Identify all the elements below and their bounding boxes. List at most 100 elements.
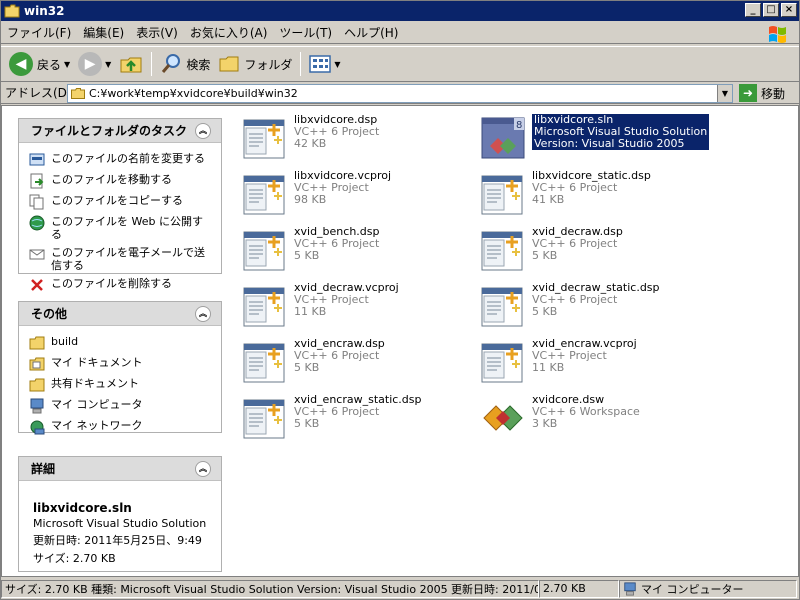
collapse-icon[interactable]: ︽ <box>195 460 211 477</box>
other-places-panel: その他 ︽ build マイ ドキュメント 共有ドキュメント マイ コンピュータ… <box>18 301 222 435</box>
chevron-down-icon[interactable]: ▼ <box>105 60 111 69</box>
menu-edit[interactable]: 編集(E) <box>77 24 130 41</box>
file-text: xvid_decraw.dsp VC++ 6 Project 5 KB <box>532 226 623 262</box>
place-label: 共有ドキュメント <box>51 377 139 390</box>
back-arrow-icon: ◀ <box>9 52 33 76</box>
file-item[interactable]: 8 libxvidcore.sln Microsoft Visual Studio … <box>480 113 711 166</box>
file-text: xvid_encraw.vcproj VC++ Project 11 KB <box>532 338 637 374</box>
task-rename[interactable]: このファイルの名前を変更する <box>29 152 211 168</box>
file-size: 5 KB <box>294 361 320 374</box>
chevron-down-icon[interactable]: ▼ <box>334 60 340 69</box>
folders-label: フォルダ <box>244 57 293 72</box>
file-item[interactable]: libxvidcore.vcproj VC++ Project 98 KB <box>242 170 472 222</box>
views-button[interactable]: ▼ <box>305 49 344 79</box>
forward-button[interactable]: ▶ ▼ <box>74 49 115 79</box>
task-move[interactable]: このファイルを移動する <box>29 173 211 189</box>
details-header[interactable]: 詳細 ︽ <box>19 457 221 481</box>
place-shared-documents[interactable]: 共有ドキュメント <box>29 377 211 393</box>
file-item[interactable]: libxvidcore.dsp VC++ 6 Project 42 KB <box>242 114 472 166</box>
vc-project-icon <box>242 340 288 384</box>
place-my-computer[interactable]: マイ コンピュータ <box>29 398 211 414</box>
up-folder-button[interactable] <box>115 49 147 79</box>
title-bar[interactable]: win32 _ □ × <box>1 1 799 21</box>
task-label: このファイルの名前を変更する <box>51 152 205 165</box>
file-tasks-header[interactable]: ファイルとフォルダのタスク ︽ <box>19 119 221 143</box>
menu-help[interactable]: ヘルプ(H) <box>338 24 404 41</box>
vc-project-icon <box>480 284 526 328</box>
file-size: 3 KB <box>532 417 558 430</box>
search-icon <box>162 54 181 73</box>
collapse-icon[interactable]: ︽ <box>195 122 211 139</box>
other-places-header[interactable]: その他 ︽ <box>19 302 221 326</box>
file-text: xvid_encraw_static.dsp VC++ 6 Project 5 KB <box>294 394 422 430</box>
windows-logo-icon <box>769 26 786 43</box>
search-button[interactable]: 検索 <box>156 49 214 79</box>
place-build[interactable]: build <box>29 335 211 351</box>
place-label: マイ コンピュータ <box>51 398 143 411</box>
menu-bar: ファイル(F) 編集(E) 表示(V) お気に入り(A) ツール(T) ヘルプ(… <box>1 22 799 44</box>
place-my-documents[interactable]: マイ ドキュメント <box>29 356 211 372</box>
file-item[interactable]: libxvidcore_static.dsp VC++ 6 Project 41 K… <box>480 170 710 222</box>
task-label: このファイルを削除する <box>51 277 172 290</box>
detail-file-name: libxvidcore.sln <box>33 501 132 515</box>
menu-favorites[interactable]: お気に入り(A) <box>184 24 274 41</box>
email-icon <box>29 249 45 260</box>
toolbar: ◀ 戻る ▼ ▶ ▼ 検索 フォルダ ▼ <box>1 46 799 82</box>
task-web-publish[interactable]: このファイルを Web に公開する <box>29 215 211 241</box>
file-item[interactable]: xvid_decraw.vcproj VC++ Project 11 KB <box>242 282 472 334</box>
task-email[interactable]: このファイルを電子メールで送信する <box>29 246 211 272</box>
file-item[interactable]: xvid_bench.dsp VC++ 6 Project 5 KB <box>242 226 472 278</box>
folder-icon <box>4 4 20 18</box>
up-folder-icon <box>120 57 142 73</box>
delete-icon <box>31 279 43 291</box>
vc-project-icon <box>480 172 526 216</box>
menu-tools[interactable]: ツール(T) <box>273 24 338 41</box>
my-documents-icon <box>29 357 45 371</box>
chevron-down-icon[interactable]: ▼ <box>717 85 732 102</box>
file-size: 5 KB <box>294 249 320 262</box>
folders-button[interactable]: フォルダ <box>214 49 296 79</box>
file-text: xvid_encraw.dsp VC++ 6 Project 5 KB <box>294 338 385 374</box>
menu-view[interactable]: 表示(V) <box>130 24 184 41</box>
file-text: xvid_decraw.vcproj VC++ Project 11 KB <box>294 282 399 318</box>
folders-icon <box>219 56 239 72</box>
close-button[interactable]: × <box>781 3 797 17</box>
address-bar: アドレス(D) C:¥work¥temp¥xvidcore¥build¥win3… <box>1 82 799 104</box>
my-computer-icon <box>624 581 636 596</box>
file-item[interactable]: xvid_decraw_static.dsp VC++ 6 Project 5 KB <box>480 282 710 334</box>
folder-icon <box>29 336 45 350</box>
task-delete[interactable]: このファイルを削除する <box>29 277 211 293</box>
collapse-icon[interactable]: ︽ <box>195 305 211 322</box>
place-label: マイ ドキュメント <box>51 356 143 369</box>
file-item[interactable]: xvid_encraw_static.dsp VC++ 6 Project 5 KB <box>242 394 472 446</box>
status-info: サイズ: 2.70 KB 種類: Microsoft Visual Studio… <box>1 579 539 598</box>
place-label: build <box>51 335 79 348</box>
back-button[interactable]: ◀ 戻る ▼ <box>5 49 74 79</box>
file-item[interactable]: xvidcore.dsw VC++ 6 Workspace 3 KB <box>480 394 710 446</box>
detail-file-type: Microsoft Visual Studio Solution <box>33 517 207 530</box>
minimize-button[interactable]: _ <box>745 3 761 17</box>
window-title: win32 <box>24 4 65 18</box>
detail-modified: 更新日時: 2011年5月25日、9:49 <box>33 534 202 547</box>
file-item[interactable]: xvid_decraw.dsp VC++ 6 Project 5 KB <box>480 226 710 278</box>
back-label: 戻る <box>37 57 62 72</box>
chevron-down-icon[interactable]: ▼ <box>64 60 70 69</box>
file-text: xvidcore.dsw VC++ 6 Workspace 3 KB <box>532 394 640 430</box>
maximize-button[interactable]: □ <box>763 3 779 17</box>
status-zone: マイ コンピューター <box>619 579 797 598</box>
file-item[interactable]: xvid_encraw.dsp VC++ 6 Project 5 KB <box>242 338 472 390</box>
menu-file[interactable]: ファイル(F) <box>1 24 77 41</box>
vc-project-icon <box>242 172 288 216</box>
vc-project-icon <box>242 116 288 160</box>
go-label: 移動 <box>761 86 786 101</box>
network-icon <box>30 420 45 435</box>
place-my-network[interactable]: マイ ネットワーク <box>29 419 211 435</box>
file-text: libxvidcore.vcproj VC++ Project 98 KB <box>294 170 391 206</box>
address-value: C:¥work¥temp¥xvidcore¥build¥win32 <box>89 87 298 100</box>
file-item[interactable]: xvid_encraw.vcproj VC++ Project 11 KB <box>480 338 710 390</box>
go-button[interactable]: ➜ 移動 <box>739 84 785 102</box>
task-copy[interactable]: このファイルをコピーする <box>29 194 211 210</box>
vc-project-icon <box>480 340 526 384</box>
file-size: Version: Visual Studio 2005 <box>534 137 685 150</box>
address-input[interactable]: C:¥work¥temp¥xvidcore¥build¥win32 ▼ <box>67 84 733 103</box>
